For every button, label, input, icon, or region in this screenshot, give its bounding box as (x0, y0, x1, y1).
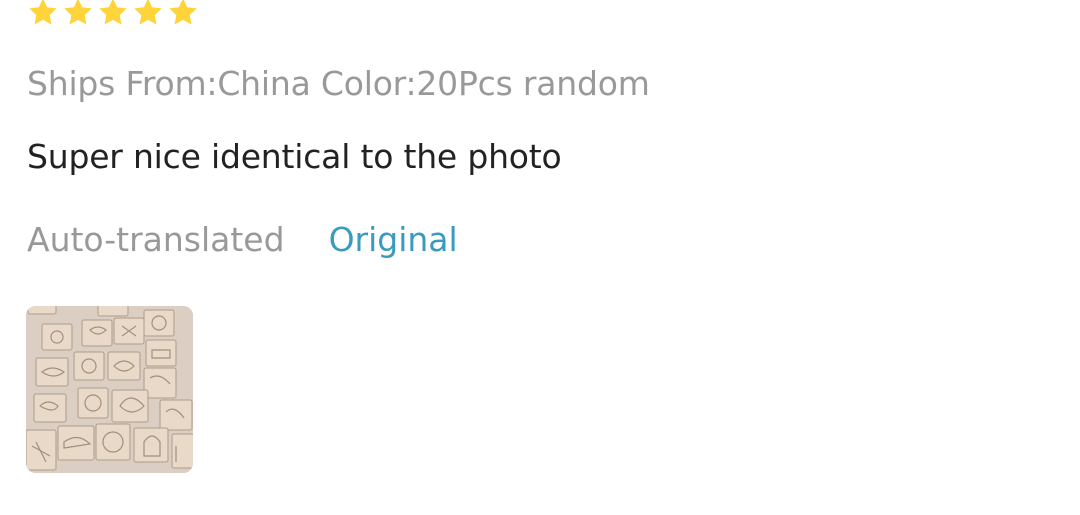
star-icon (134, 0, 162, 25)
rating-stars (27, 0, 199, 28)
star-icon (29, 0, 57, 25)
star-icon (169, 0, 197, 25)
review-sku-info: Ships From:China Color:20Pcs random (27, 64, 650, 103)
review-text: Super nice identical to the photo (27, 137, 562, 176)
original-link[interactable]: Original (329, 220, 458, 259)
star-icon (99, 0, 127, 25)
translation-row: Auto-translated Original (27, 220, 458, 259)
star-icon (64, 0, 92, 25)
auto-translated-label: Auto-translated (27, 220, 285, 259)
review-photo-image (26, 306, 193, 473)
review-photo-thumbnail[interactable] (26, 306, 193, 473)
